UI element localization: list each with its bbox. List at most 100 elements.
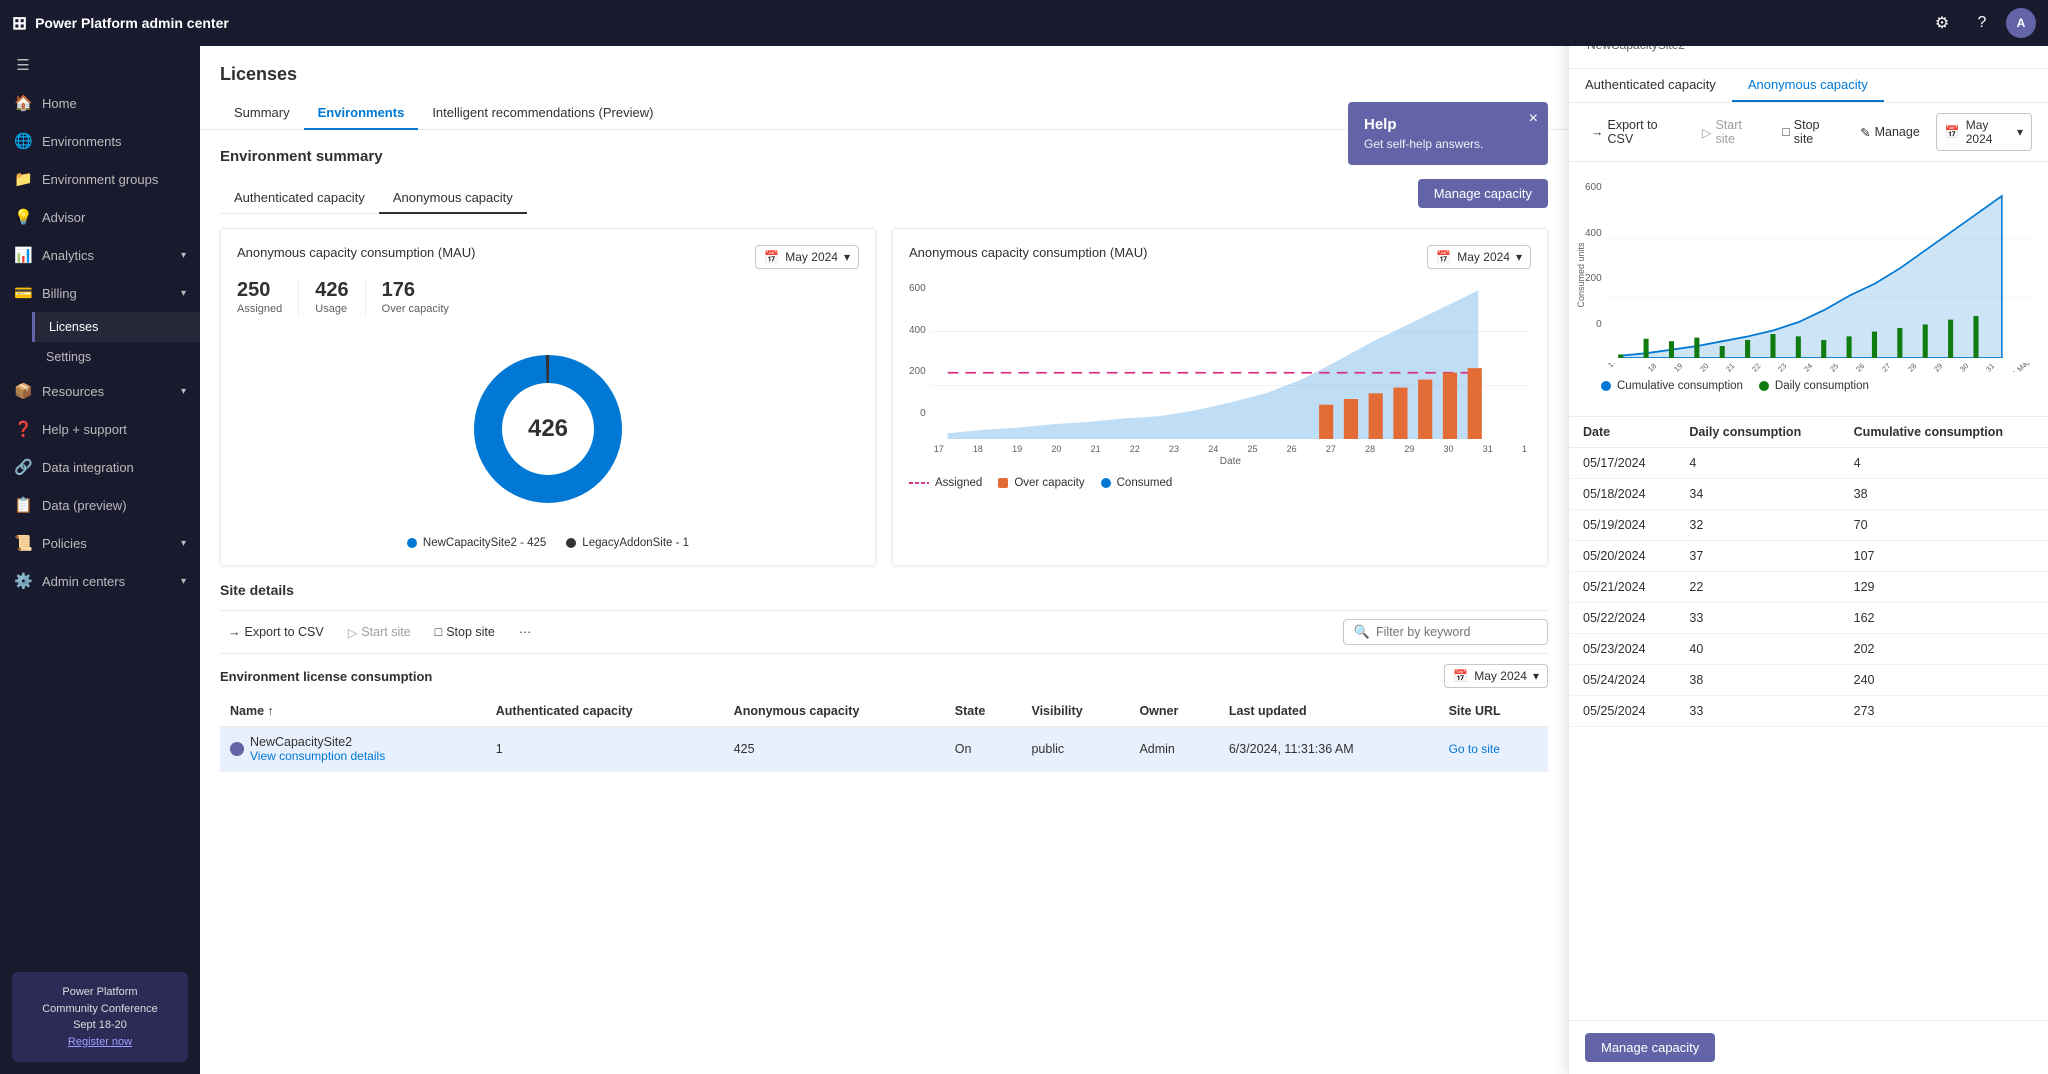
panel-cell-date: 05/19/2024 (1569, 510, 1675, 541)
sidebar-label-data-preview: Data (preview) (42, 498, 127, 513)
sidebar-item-data-preview[interactable]: 📋 Data (preview) (0, 486, 200, 524)
panel-tab-anon[interactable]: Anonymous capacity (1732, 69, 1884, 102)
help-icon[interactable]: ? (1966, 7, 1998, 39)
consumption-date-label: May 2024 (1457, 250, 1510, 264)
community-card: Power Platform Community Conference Sept… (12, 972, 188, 1062)
panel-manage-button[interactable]: ✎ Manage (1854, 122, 1926, 143)
legend-label-assigned: Assigned (935, 477, 982, 489)
panel-start-button[interactable]: ▷ Start site (1696, 115, 1766, 149)
more-actions-button[interactable]: ··· (511, 621, 540, 643)
sidebar-item-advisor[interactable]: 💡 Advisor (0, 198, 200, 236)
panel-cell-date: 05/22/2024 (1569, 603, 1675, 634)
help-close-button[interactable]: × (1529, 110, 1538, 128)
sidebar-item-env-groups[interactable]: 📁 Environment groups (0, 160, 200, 198)
sidebar-item-billing[interactable]: 💳 Billing ▾ (0, 274, 200, 312)
panel-tab-auth[interactable]: Authenticated capacity (1569, 69, 1732, 102)
panel-cell-cumulative: 162 (1840, 603, 2048, 634)
account-avatar[interactable]: A (2006, 8, 2036, 38)
calendar-icon-2: 📅 (1436, 250, 1451, 264)
panel-manage-capacity-button[interactable]: Manage capacity (1585, 1033, 1715, 1062)
settings-icon[interactable]: ⚙ (1926, 7, 1958, 39)
sidebar-item-environments[interactable]: 🌐 Environments (0, 122, 200, 160)
anon-date-picker[interactable]: 📅 May 2024 ▾ (755, 245, 859, 269)
panel-table-row: 05/24/2024 38 240 (1569, 665, 2048, 696)
panel-cell-cumulative: 240 (1840, 665, 2048, 696)
search-box[interactable]: 🔍 (1343, 619, 1548, 645)
sidebar-item-licenses[interactable]: Licenses (32, 312, 200, 342)
stat-assigned-value: 250 (237, 279, 282, 302)
sub-tab-anon[interactable]: Anonymous capacity (379, 183, 527, 214)
panel-cell-cumulative: 202 (1840, 634, 2048, 665)
chart-area: 1718192021222324252627282930311 Date (930, 279, 1531, 467)
stop-icon: □ (435, 625, 443, 639)
py-200: 200 (1585, 273, 1602, 284)
cell-state: On (945, 727, 1022, 772)
stat-assigned-label: Assigned (237, 303, 282, 315)
sidebar-item-home[interactable]: 🏠 Home (0, 84, 200, 122)
donut-value: 426 (528, 415, 568, 443)
panel-cell-daily: 38 (1675, 665, 1839, 696)
export-csv-button[interactable]: → Export to CSV (220, 621, 332, 643)
sidebar-item-settings[interactable]: Settings (32, 342, 200, 372)
start-site-button[interactable]: ▷ Start site (340, 621, 419, 644)
panel-cell-cumulative: 38 (1840, 479, 2048, 510)
cumulative-icon (1601, 381, 1611, 391)
consumption-date-picker[interactable]: 📅 May 2024 ▾ (1427, 245, 1531, 269)
chevron-down-icon-panel: ▾ (2017, 125, 2023, 139)
view-consumption-link[interactable]: View consumption details (250, 749, 385, 763)
table-date-picker[interactable]: 📅 May 2024 ▾ (1444, 664, 1548, 688)
sidebar-label-licenses: Licenses (49, 320, 98, 334)
sidebar-item-admin-centers[interactable]: ⚙️ Admin centers ▾ (0, 562, 200, 600)
legend-label-consumed: Consumed (1117, 477, 1173, 489)
sidebar-item-analytics[interactable]: 📊 Analytics ▾ (0, 236, 200, 274)
stat-usage-label: Usage (315, 303, 348, 315)
community-line2: Community Conference (24, 1001, 176, 1018)
sidebar-hamburger[interactable]: ☰ (0, 46, 200, 84)
panel-export-button[interactable]: → Export to CSV (1585, 115, 1686, 149)
help-popup: × Help Get self-help answers. (1348, 102, 1548, 165)
export-label: Export to CSV (245, 625, 324, 639)
sidebar-item-help-support[interactable]: ❓ Help + support (0, 410, 200, 448)
sidebar-item-policies[interactable]: 📜 Policies ▾ (0, 524, 200, 562)
hamburger-icon: ☰ (14, 56, 32, 74)
stat-assigned: 250 Assigned (237, 279, 282, 315)
sidebar-label-billing: Billing (42, 286, 77, 301)
sidebar-item-data-integration[interactable]: 🔗 Data integration (0, 448, 200, 486)
table-row[interactable]: NewCapacitySite2 View consumption detail… (220, 727, 1548, 772)
panel-x-labels: 17 May 18 19 20 21 22 23 24 25 26 27 28 … (1606, 363, 2032, 372)
col-anon-cap: Anonymous capacity (724, 696, 945, 727)
panel-date-picker[interactable]: 📅 May 2024 ▾ (1936, 113, 2032, 151)
page-body: × Help Get self-help answers. Environmen… (200, 130, 1568, 790)
panel-manage-label: Manage (1875, 125, 1920, 139)
panel-cell-daily: 33 (1675, 603, 1839, 634)
panel-cell-date: 05/25/2024 (1569, 696, 1675, 727)
sub-tab-auth[interactable]: Authenticated capacity (220, 183, 379, 214)
panel-stop-button[interactable]: □ Stop site (1776, 115, 1844, 149)
manage-capacity-button[interactable]: Manage capacity (1418, 179, 1548, 208)
community-register-link[interactable]: Register now (68, 1036, 132, 1048)
search-input[interactable] (1376, 625, 1537, 639)
grid-icon: ⊞ (12, 13, 27, 34)
stop-site-button[interactable]: □ Stop site (427, 621, 503, 643)
panel-table-row: 05/25/2024 33 273 (1569, 696, 2048, 727)
legend-item-legacy: LegacyAddonSite - 1 (566, 537, 689, 549)
sidebar-item-resources[interactable]: 📦 Resources ▾ (0, 372, 200, 410)
calendar-icon-panel: 📅 (1945, 125, 1960, 139)
legend-dot-legacy (566, 538, 576, 548)
tab-intelligent[interactable]: Intelligent recommendations (Preview) (418, 97, 667, 130)
app-title: Power Platform admin center (35, 15, 229, 31)
panel-export-label: Export to CSV (1608, 118, 1680, 146)
sidebar-label-data-integration: Data integration (42, 460, 134, 475)
tab-summary[interactable]: Summary (220, 97, 304, 130)
col-visibility: Visibility (1021, 696, 1129, 727)
stat-over-capacity-label: Over capacity (382, 303, 449, 315)
anon-card-header: Anonymous capacity consumption (MAU) 📅 M… (237, 245, 859, 269)
panel-table-row: 05/22/2024 33 162 (1569, 603, 2048, 634)
tab-environments[interactable]: Environments (304, 97, 419, 130)
legend-consumed: Consumed (1101, 477, 1173, 489)
py-400: 400 (1585, 228, 1602, 239)
panel-date-picker-inner[interactable]: 📅 May 2024 ▾ (1936, 113, 2032, 151)
help-popup-title: Help (1364, 116, 1532, 133)
go-to-site-link[interactable]: Go to site (1449, 742, 1500, 756)
legend-dot-consumed (1101, 478, 1111, 488)
